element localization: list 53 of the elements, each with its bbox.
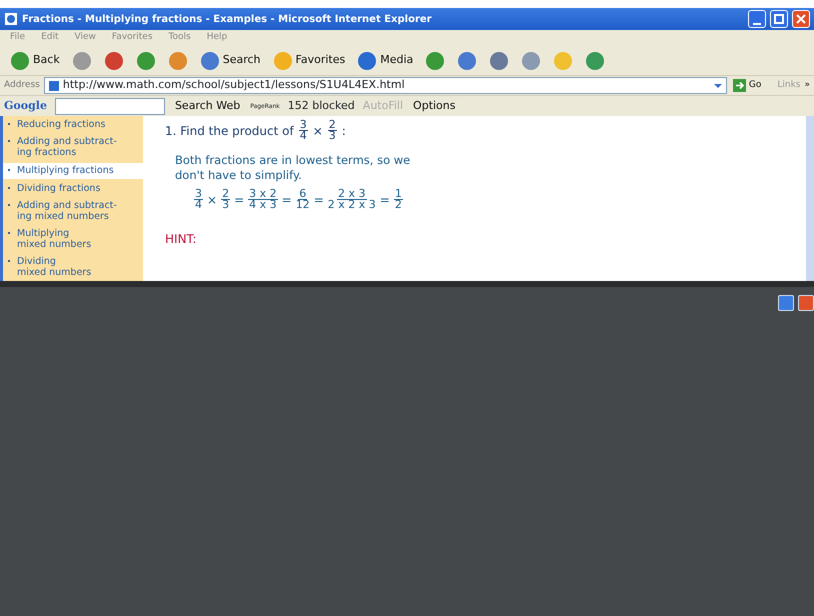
fraction-operator: = [234,192,244,208]
address-field[interactable]: http://www.math.com/school/subject1/lessons/S1U4L4EX.html [44,77,727,94]
popup-blocked-count[interactable]: 152 blocked [288,98,355,114]
sidebar-link[interactable]: Adding and subtract- ing mixed numbers [3,198,143,225]
maximize-icon [772,12,786,26]
menu-item[interactable]: File [10,31,26,45]
fraction-operator: × [312,122,323,140]
fraction-operator: : [342,122,346,140]
fraction: 1 2 [394,189,403,210]
google-logo[interactable]: Google [4,98,47,114]
menu-item[interactable]: Tools [168,31,191,45]
sidebar-link[interactable]: Multiplying mixed numbers [3,226,143,253]
fraction: 2 x 3 2 x 2 x 3 [328,189,376,210]
maximize-button[interactable] [770,10,788,28]
fraction-operator: = [282,192,292,208]
back-button[interactable]: Back [8,50,62,70]
media-button[interactable]: Media [355,50,416,70]
hint-label: HINT: [165,231,198,248]
sidebar-link[interactable]: Reducing fractions [3,117,143,133]
address-label: Address [4,78,40,92]
sidebar-link[interactable]: Dividing fractions [3,181,143,197]
fraction: 2 3 [328,120,337,141]
window-title: Fractions - Multiplying fractions - Examples - Microsoft Internet Explorer [22,12,432,26]
search-button[interactable]: Search [198,50,263,70]
fraction: 2 3 [221,189,230,210]
menu-item[interactable]: View [74,31,96,45]
favorites-button[interactable]: Favorites [270,50,348,70]
close-button[interactable] [792,10,810,28]
options-button[interactable]: Options [411,98,458,114]
minimize-button[interactable] [748,10,766,28]
menu-item[interactable]: Favorites [112,31,153,45]
minimize-icon [753,22,761,24]
explanation-text: Both fractions are in lowest terms, so we don't have to simplify. [175,153,412,183]
menu-item[interactable]: Edit [41,31,58,45]
search-web-button[interactable]: Search Web [172,98,242,114]
chevron-button[interactable]: » [804,78,810,92]
menu-item[interactable]: Help [206,31,228,45]
fraction: 3 x 2 4 x 3 [248,189,278,210]
sidebar-link[interactable]: Adding and subtract- ing fractions [3,134,143,161]
sidebar-link[interactable]: Dividing mixed numbers [3,254,143,281]
fraction: 3 4 [194,189,203,210]
fraction-operator: × [207,192,218,208]
fraction: 3 4 [298,120,308,141]
fraction: 6 12 [296,189,310,210]
fraction-operator: = [314,192,324,208]
sidebar-link[interactable]: Multiplying fractions [3,163,143,179]
ie-page-icon [4,12,18,26]
question-text: 1. Find the product of [165,122,294,140]
page-icon [48,80,60,92]
fraction-operator: = [380,192,390,208]
window-icon[interactable] [778,295,794,311]
go-button[interactable]: Go [730,78,764,92]
google-search-field[interactable] [54,98,165,114]
